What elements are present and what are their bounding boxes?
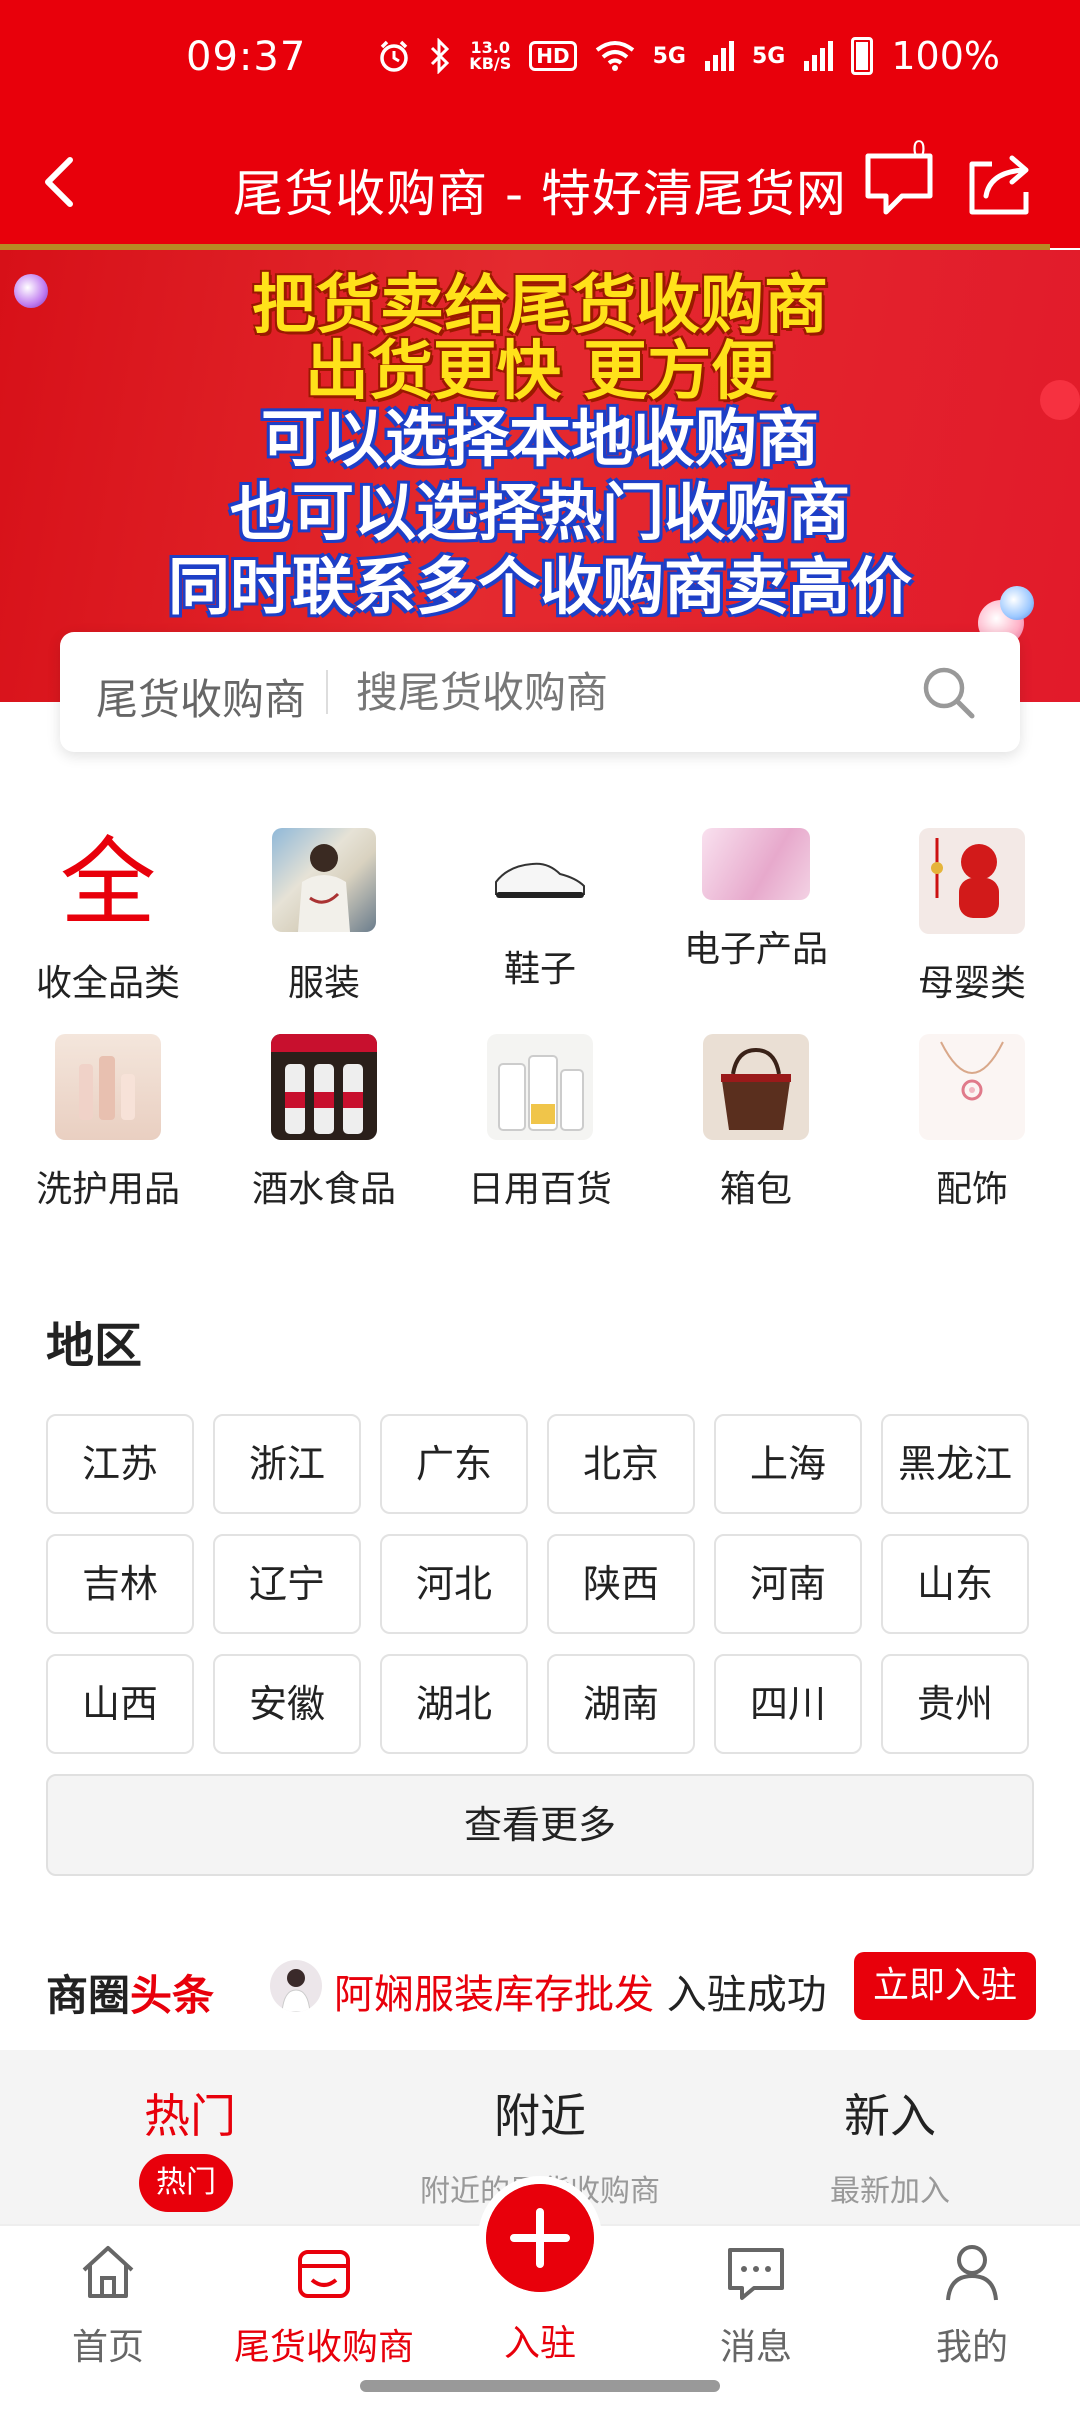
tab-hot-badge: 热门 xyxy=(139,2154,233,2212)
baby-image xyxy=(919,828,1025,934)
alarm-icon xyxy=(380,40,409,72)
category-care[interactable]: 洗护用品 xyxy=(8,1026,208,1226)
search-icon[interactable] xyxy=(918,662,978,722)
daily-image xyxy=(487,1034,593,1140)
region-henan[interactable]: 河南 xyxy=(714,1534,862,1634)
battery-icon xyxy=(851,37,874,75)
view-more-button[interactable]: 查看更多 xyxy=(46,1774,1034,1876)
net-speed: 13.0 KB/S xyxy=(469,38,512,73)
region-shaanxi[interactable]: 陕西 xyxy=(547,1534,695,1634)
plus-icon[interactable] xyxy=(486,2184,594,2292)
hd-badge: HD xyxy=(529,41,577,71)
wifi-icon xyxy=(595,41,634,71)
status-time: 09:37 xyxy=(186,34,307,80)
banner-line-5: 同时联系多个收购商卖高价 xyxy=(167,550,912,623)
shoes-image xyxy=(488,848,592,908)
chat-icon xyxy=(728,2248,784,2300)
category-accessories[interactable]: 配饰 xyxy=(872,1026,1072,1226)
tab-new[interactable]: 新入 最新加入 xyxy=(740,2050,1040,2226)
search-category[interactable]: 尾货收购商 xyxy=(96,666,306,727)
tab-hot[interactable]: 热门 热门 xyxy=(40,2050,340,2226)
clothing-image xyxy=(272,828,376,932)
search-divider xyxy=(326,670,328,714)
title-bar: 尾货收购商 - 特好清尾货网 0 xyxy=(0,130,1080,240)
category-label: 日用百货 xyxy=(467,1169,612,1210)
category-label: 配饰 xyxy=(935,1169,1008,1210)
nav-profile[interactable]: 我的 xyxy=(864,2226,1080,2412)
category-electronics[interactable]: 电子产品 xyxy=(656,820,856,1020)
region-title: 地区 xyxy=(46,1318,143,1374)
region-shanghai[interactable]: 上海 xyxy=(714,1414,862,1514)
category-label: 电子产品 xyxy=(683,929,828,970)
user-icon xyxy=(946,2245,998,2301)
status-bar: 09:37 13.0 KB/S HD 5G 5G 100% xyxy=(0,0,1080,120)
category-label: 洗护用品 xyxy=(35,1169,180,1210)
home-icon xyxy=(82,2246,134,2298)
region-sichuan[interactable]: 四川 xyxy=(714,1654,862,1754)
bags-image xyxy=(703,1034,809,1140)
signal-icon xyxy=(704,41,734,71)
category-all[interactable]: 全 收全品类 xyxy=(8,820,208,1020)
region-jiangsu[interactable]: 江苏 xyxy=(46,1414,194,1514)
search-input[interactable] xyxy=(356,656,916,728)
category-label: 收全品类 xyxy=(35,963,180,1004)
region-liaoning[interactable]: 辽宁 xyxy=(213,1534,361,1634)
region-jilin[interactable]: 吉林 xyxy=(46,1534,194,1634)
news-title: 商圈头条 xyxy=(46,1971,215,2020)
region-zhejiang[interactable]: 浙江 xyxy=(213,1414,361,1514)
bluetooth-icon xyxy=(431,38,450,74)
category-baby[interactable]: 母婴类 xyxy=(872,820,1072,1020)
avatar xyxy=(270,1960,322,2012)
quan-icon: 全 xyxy=(60,828,156,938)
region-hebei[interactable]: 河北 xyxy=(380,1534,528,1634)
category-bags[interactable]: 箱包 xyxy=(656,1026,856,1226)
search-bar[interactable]: 尾货收购商 xyxy=(60,632,1020,752)
signal-5g-2: 5G xyxy=(751,43,786,69)
region-beijing[interactable]: 北京 xyxy=(547,1414,695,1514)
accessories-image xyxy=(919,1034,1025,1140)
join-now-button[interactable]: 立即入驻 xyxy=(854,1952,1036,2020)
category-daily[interactable]: 日用百货 xyxy=(440,1026,640,1226)
region-heilongjiang[interactable]: 黑龙江 xyxy=(881,1414,1029,1514)
region-guizhou[interactable]: 贵州 xyxy=(881,1654,1029,1754)
category-label: 服装 xyxy=(287,963,360,1004)
drinks-image xyxy=(271,1034,377,1140)
region-hunan[interactable]: 湖南 xyxy=(547,1654,695,1754)
share-icon[interactable] xyxy=(966,152,1032,218)
electronics-image xyxy=(702,828,810,900)
category-label: 鞋子 xyxy=(503,949,576,990)
region-guangdong[interactable]: 广东 xyxy=(380,1414,528,1514)
news-ticker[interactable]: 阿娴服装库存批发 入驻成功 xyxy=(334,1962,827,2020)
region-shandong[interactable]: 山东 xyxy=(881,1534,1029,1634)
region-hubei[interactable]: 湖北 xyxy=(380,1654,528,1754)
nav-join-label[interactable]: 入驻 xyxy=(432,2314,648,2366)
category-drinks[interactable]: 酒水食品 xyxy=(224,1026,424,1226)
shop-icon xyxy=(298,2250,350,2298)
category-label: 酒水食品 xyxy=(251,1169,396,1210)
category-label: 母婴类 xyxy=(917,963,1026,1004)
care-image xyxy=(55,1034,161,1140)
region-shanxi[interactable]: 山西 xyxy=(46,1654,194,1754)
battery-level: 100% xyxy=(891,34,1000,78)
nav-home[interactable]: 首页 xyxy=(0,2226,216,2412)
category-shoes[interactable]: 鞋子 xyxy=(440,820,640,1020)
category-label: 箱包 xyxy=(719,1169,792,1210)
signal-icon xyxy=(804,41,834,71)
status-icons: 13.0 KB/S HD 5G 5G 100% xyxy=(377,34,1000,78)
category-clothing[interactable]: 服装 xyxy=(224,820,424,1020)
region-anhui[interactable]: 安徽 xyxy=(213,1654,361,1754)
message-count: 0 xyxy=(912,138,926,163)
home-indicator[interactable] xyxy=(360,2380,720,2392)
signal-5g-1: 5G xyxy=(652,43,686,69)
